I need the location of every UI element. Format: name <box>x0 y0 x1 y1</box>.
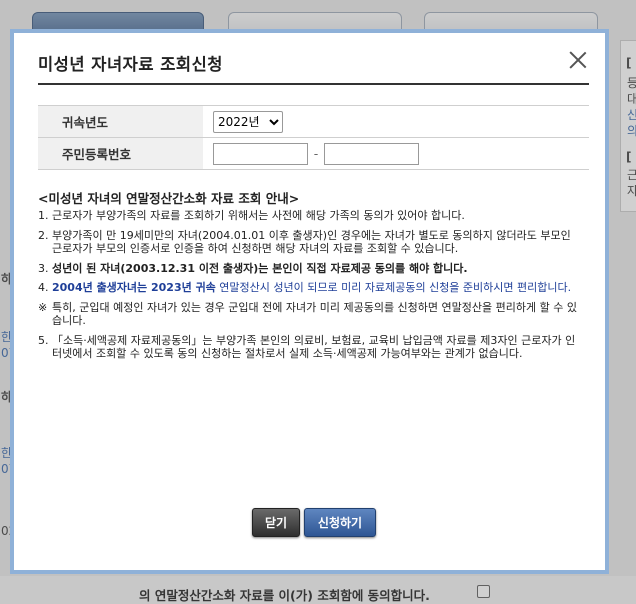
close-icon[interactable] <box>569 51 587 69</box>
year-select[interactable]: 2022년 <box>213 110 283 133</box>
notice-item: ※ 특히, 군입대 예정인 자녀가 있는 경우 군입대 전에 자녀가 미리 제공… <box>38 301 583 328</box>
notice-list: 1. 근로자가 부양가족의 자료를 조회하기 위해서는 사전에 해당 가족의 동… <box>38 209 583 367</box>
dialog-title: 미성년 자녀자료 조회신청 <box>38 55 223 74</box>
notice-number: 4. <box>38 281 49 294</box>
year-cell: 2022년 <box>203 105 589 138</box>
notice-highlight: 2004년 출생자녀는 <box>52 281 148 294</box>
notice-number: 2. <box>38 228 49 242</box>
apply-button[interactable]: 신청하기 <box>304 508 376 537</box>
year-label: 귀속년도 <box>38 105 203 138</box>
notice-item: 4. 2004년 출생자녀는 2023년 귀속 연말정산시 성년이 되므로 미리… <box>38 281 583 295</box>
notice-text: 부양가족이 만 19세미만의 자녀(2004.01.01 이후 출생자)인 경우… <box>52 228 571 256</box>
notice-text-part: 연말정산시 성년이 되므로 미리 자료제공동의 신청을 준비하시면 편리합니다. <box>215 281 572 294</box>
notice-text: 2004년 출생자녀는 2023년 귀속 연말정산시 성년이 되므로 미리 자료… <box>52 281 583 295</box>
ssn-separator: - <box>313 146 319 161</box>
notice-item: 3. 성년이 된 자녀(2003.12.31 이전 출생자)는 본인이 직접 자… <box>38 262 583 276</box>
notice-item: 1. 근로자가 부양가족의 자료를 조회하기 위해서는 사전에 해당 가족의 동… <box>38 209 583 223</box>
notice-number: 3. <box>38 261 49 275</box>
ssn-front-input[interactable] <box>213 142 308 165</box>
minor-child-request-dialog: 미성년 자녀자료 조회신청 귀속년도 2022년 주민등록번호 - <미성년 자… <box>10 29 609 574</box>
notice-title: <미성년 자녀의 연말정산간소화 자료 조회 안내> <box>38 191 300 206</box>
notice-number: 1. <box>38 209 49 222</box>
title-divider <box>38 83 589 85</box>
notice-item: 2. 부양가족이 만 19세미만의 자녀(2004.01.01 이후 출생자)인… <box>38 229 583 256</box>
notice-text: 근로자가 부양가족의 자료를 조회하기 위해서는 사전에 해당 가족의 동의가 … <box>52 209 465 222</box>
notice-number: 5. <box>38 333 49 347</box>
ssn-back-input[interactable] <box>324 142 419 165</box>
notice-text: 「소득·세액공제 자료제공동의」는 부양가족 본인의 의료비, 보험료, 교육비… <box>52 333 576 361</box>
notice-number: ※ <box>38 300 48 314</box>
notice-text: 특히, 군입대 예정인 자녀가 있는 경우 군입대 전에 자녀가 미리 제공동의… <box>52 300 577 328</box>
request-form: 귀속년도 2022년 주민등록번호 - <box>38 105 589 170</box>
ssn-row: 주민등록번호 - <box>38 137 589 170</box>
close-button[interactable]: 닫기 <box>252 508 300 537</box>
notice-item: 5. 「소득·세액공제 자료제공동의」는 부양가족 본인의 의료비, 보험료, … <box>38 334 583 361</box>
ssn-label: 주민등록번호 <box>38 137 203 170</box>
ssn-cell: - <box>203 137 589 170</box>
year-row: 귀속년도 2022년 <box>38 105 589 138</box>
notice-highlight: 2023년 귀속 <box>147 281 216 294</box>
notice-text: 성년이 된 자녀(2003.12.31 이전 출생자)는 본인이 직접 자료제공… <box>52 261 468 275</box>
